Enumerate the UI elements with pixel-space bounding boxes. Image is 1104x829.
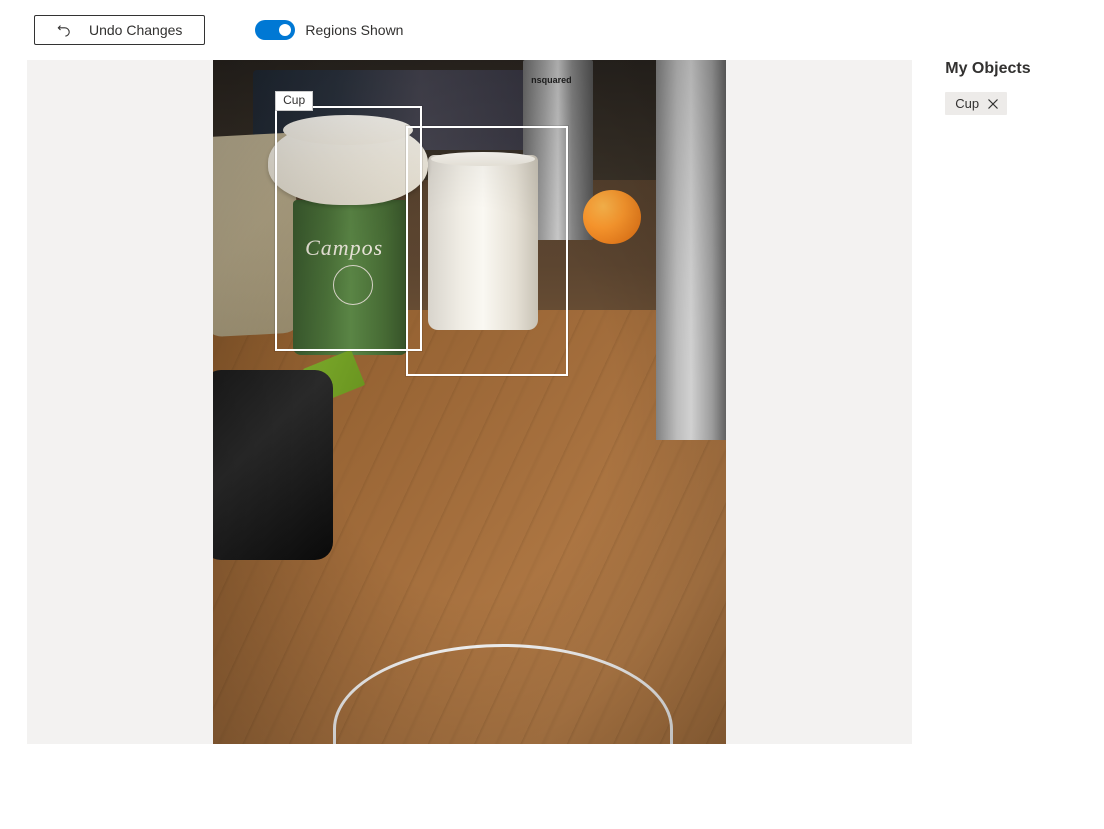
scene-orange [583,190,641,244]
image-panel: nsquared Campos Cup [27,60,912,744]
regions-toggle-wrapper: Regions Shown [255,20,403,40]
object-tag-label: Cup [955,96,979,111]
regions-toggle[interactable] [255,20,295,40]
object-tag-cup[interactable]: Cup [945,92,1007,115]
sidebar-title: My Objects [945,60,1077,78]
undo-icon [57,23,71,37]
scene-black-case [213,370,333,560]
regions-toggle-label: Regions Shown [305,22,403,38]
main-area: nsquared Campos Cup My Objects [0,60,1104,744]
toolbar: Undo Changes Regions Shown [0,0,1104,60]
close-icon[interactable] [987,98,999,110]
undo-label: Undo Changes [89,22,182,38]
region-label: Cup [275,91,313,111]
region-box-1[interactable]: Cup [275,106,422,351]
annotated-image[interactable]: nsquared Campos Cup [213,60,726,744]
toggle-knob [279,24,291,36]
scene-monitor-stand [656,60,726,440]
objects-sidebar: My Objects Cup [945,60,1077,744]
region-box-2[interactable] [406,126,568,376]
undo-button[interactable]: Undo Changes [34,15,205,45]
scene-thermos-label: nsquared [531,75,572,85]
